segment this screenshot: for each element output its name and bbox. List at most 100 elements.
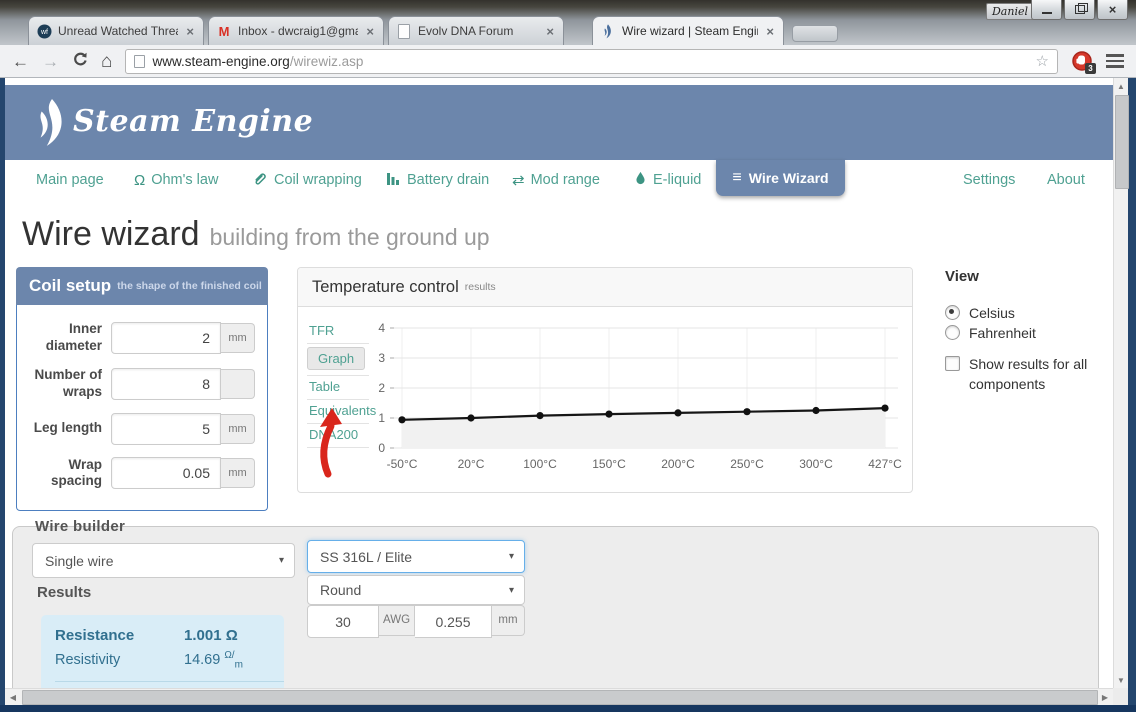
scroll-up-icon[interactable]: ▲ <box>1114 78 1128 94</box>
droplet-icon <box>634 170 647 190</box>
tab-close-icon[interactable]: × <box>544 24 556 39</box>
tab-title: Wire wizard | Steam Engin <box>622 24 758 38</box>
gauge-input[interactable] <box>307 605 379 638</box>
horizontal-scrollbar-thumb[interactable] <box>22 690 1098 705</box>
close-icon: × <box>1109 2 1117 17</box>
field-inner-diameter: Inner diameter mm <box>17 321 255 355</box>
svg-text:20°C: 20°C <box>458 457 485 471</box>
nav-wire-wizard-active[interactable]: ≡ Wire Wizard <box>716 160 845 196</box>
svg-text:-50°C: -50°C <box>387 457 418 471</box>
window-border-left <box>0 78 5 705</box>
browser-tab-evolv[interactable]: Evolv DNA Forum × <box>388 16 564 45</box>
radio-icon[interactable] <box>945 305 960 320</box>
svg-text:3: 3 <box>378 351 385 365</box>
caret-down-icon: ▾ <box>279 555 284 566</box>
window-border-right <box>1128 78 1136 712</box>
sidebar-item-table[interactable]: Table <box>307 376 369 400</box>
forward-button[interactable]: → <box>42 53 59 70</box>
caret-down-icon: ▾ <box>509 585 514 596</box>
results-box: Resistance 1.001 Ω Resistivity 14.69 Ω/m… <box>41 615 284 688</box>
browser-tab-wire-wizard[interactable]: Wire wizard | Steam Engin × <box>592 16 784 45</box>
nav-settings[interactable]: Settings <box>963 160 1015 200</box>
result-resistivity: Resistivity 14.69 Ω/m <box>55 650 284 671</box>
tab-title: Unread Watched Threads <box>58 24 178 38</box>
page-icon <box>134 55 145 68</box>
caret-down-icon: ▾ <box>509 551 514 562</box>
profile-select[interactable]: Round ▾ <box>307 575 525 605</box>
browser-titlebar: wf Unread Watched Threads × M Inbox - dw… <box>0 0 1136 45</box>
checkbox-show-all-components[interactable]: Show results for all components <box>945 354 1113 395</box>
address-bar[interactable]: www.steam-engine.org/wirewiz.asp ☆ <box>125 49 1058 74</box>
bookmark-star-icon[interactable]: ☆ <box>1036 52 1049 70</box>
tab-close-icon[interactable]: × <box>364 24 376 39</box>
checkbox-icon[interactable] <box>945 356 960 371</box>
field-wrap-spacing: Wrap spacing mm <box>17 457 255 491</box>
view-panel-title: View <box>945 268 979 285</box>
maximize-button[interactable] <box>1064 0 1095 20</box>
scroll-left-icon[interactable]: ◀ <box>5 689 21 705</box>
sidebar-item-tfr[interactable]: TFR <box>307 320 369 344</box>
nav-about[interactable]: About <box>1047 160 1085 200</box>
new-tab-button[interactable] <box>792 25 838 42</box>
browser-tab-gmail[interactable]: M Inbox - dwcraig1@gmail.c × <box>208 16 384 45</box>
leg-length-input[interactable] <box>111 413 221 445</box>
minimize-icon <box>1042 9 1052 14</box>
radio-celsius[interactable]: Celsius <box>945 303 1113 323</box>
nav-main-page[interactable]: Main page <box>36 160 104 200</box>
wire-builder-section: Wire builder Single wire ▾ Results Resis… <box>12 526 1099 688</box>
svg-text:200°C: 200°C <box>661 457 695 471</box>
forum-favicon: wf <box>36 23 52 39</box>
radio-fahrenheit[interactable]: Fahrenheit <box>945 323 1113 343</box>
close-button[interactable]: × <box>1097 0 1128 20</box>
scroll-right-icon[interactable]: ▶ <box>1097 689 1113 705</box>
paperclip-icon <box>252 170 268 190</box>
radio-icon[interactable] <box>945 325 960 340</box>
wire-builder-legend: Wire builder <box>35 518 125 535</box>
svg-text:300°C: 300°C <box>799 457 833 471</box>
wrap-spacing-input[interactable] <box>111 457 221 489</box>
page-subtitle: building from the ground up <box>210 224 490 250</box>
tab-close-icon[interactable]: × <box>764 24 776 39</box>
tab-title: Evolv DNA Forum <box>418 24 538 38</box>
number-of-wraps-input[interactable] <box>111 368 221 400</box>
nav-battery-drain[interactable]: Battery drain <box>386 160 489 200</box>
steam-engine-favicon <box>600 23 616 39</box>
field-leg-length: Leg length mm <box>17 413 255 445</box>
coil-setup-panel: Coil setup the shape of the finished coi… <box>16 267 268 511</box>
nav-mod-range[interactable]: ⇄ Mod range <box>512 160 600 200</box>
vertical-scrollbar[interactable]: ▲ ▼ <box>1113 78 1128 688</box>
reload-button[interactable] <box>72 51 88 72</box>
restore-icon <box>1075 5 1085 14</box>
nav-coil-wrapping[interactable]: Coil wrapping <box>252 160 362 200</box>
svg-text:4: 4 <box>378 321 385 335</box>
window-border-bottom <box>0 705 1136 712</box>
brand-title: Steam Engine <box>73 104 313 139</box>
profile-button[interactable]: Daniel <box>986 3 1034 20</box>
home-button[interactable]: ⌂ <box>101 52 112 71</box>
vertical-scrollbar-thumb[interactable] <box>1115 95 1129 189</box>
svg-text:427°C: 427°C <box>868 457 902 471</box>
scrollbar-corner <box>1113 688 1128 705</box>
svg-text:2: 2 <box>378 381 385 395</box>
svg-text:0: 0 <box>378 441 385 455</box>
svg-text:150°C: 150°C <box>592 457 626 471</box>
inner-diameter-input[interactable] <box>111 322 221 354</box>
back-button[interactable]: ← <box>12 53 29 70</box>
scroll-down-icon[interactable]: ▼ <box>1114 672 1128 688</box>
nav-ohms-law[interactable]: Ω Ohm's law <box>134 160 218 200</box>
sidebar-item-graph[interactable]: Graph <box>307 347 365 370</box>
url-path: /wirewiz.asp <box>290 54 364 69</box>
browser-tab-forum-unread[interactable]: wf Unread Watched Threads × <box>28 16 204 45</box>
browser-toolbar: ← → ⌂ www.steam-engine.org/wirewiz.asp ☆… <box>0 45 1136 78</box>
hamburger-icon: ≡ <box>732 169 741 187</box>
wire-type-select[interactable]: Single wire ▾ <box>32 543 295 578</box>
tab-close-icon[interactable]: × <box>184 24 196 39</box>
diameter-input[interactable] <box>415 605 492 638</box>
horizontal-scrollbar[interactable]: ◀ ▶ <box>5 688 1113 705</box>
omega-icon: Ω <box>134 172 145 189</box>
nav-e-liquid[interactable]: E-liquid <box>634 160 701 200</box>
material-select[interactable]: SS 316L / Elite ▾ <box>307 540 525 573</box>
browser-menu-icon[interactable] <box>1106 54 1124 68</box>
minimize-button[interactable] <box>1031 0 1062 20</box>
adblock-extension-icon[interactable]: 3 <box>1071 50 1093 72</box>
